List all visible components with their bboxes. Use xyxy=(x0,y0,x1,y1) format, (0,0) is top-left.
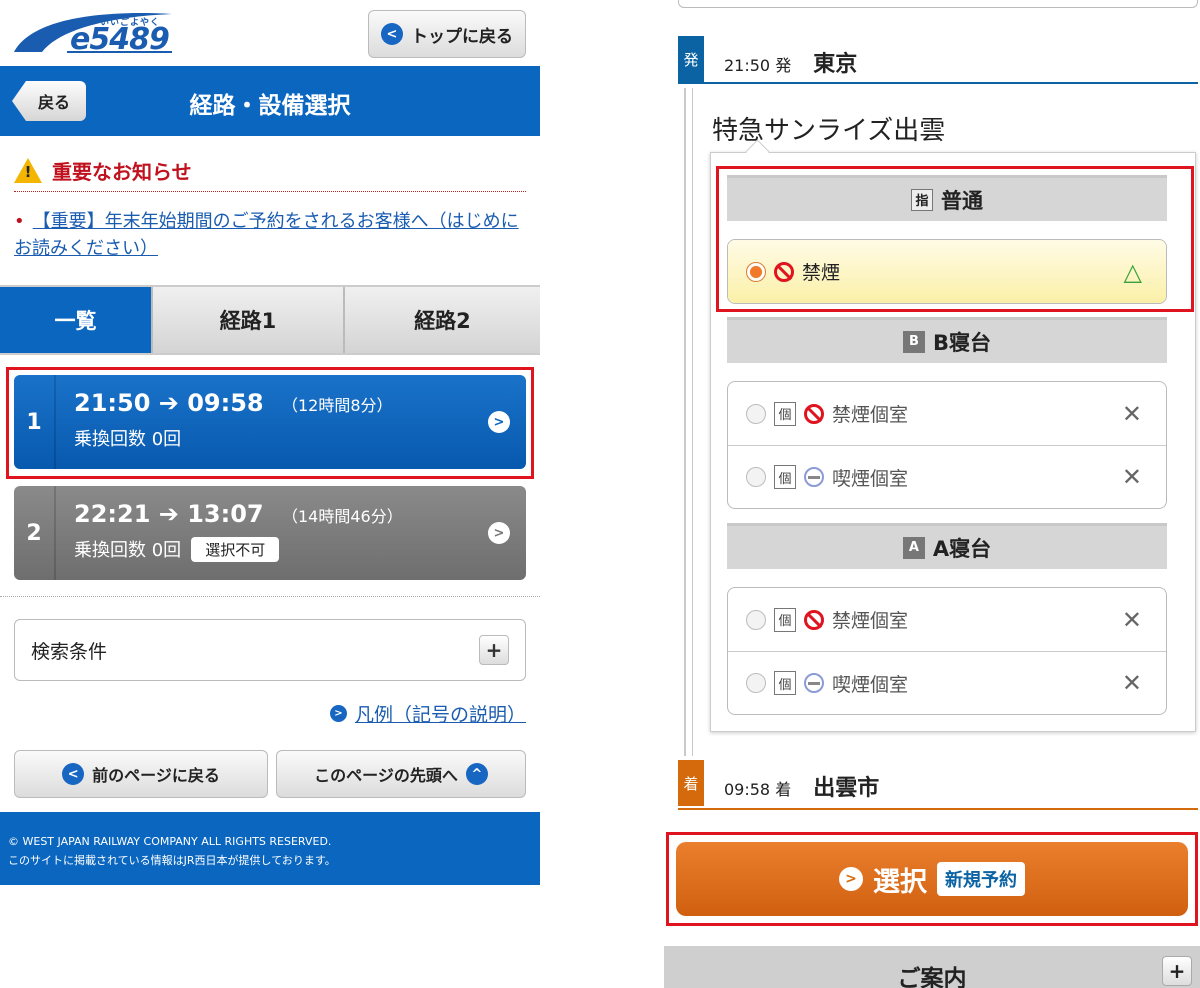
seat-option-label: 禁煙個室 xyxy=(832,404,909,426)
search-conditions-label: 検索条件 xyxy=(31,640,108,663)
transfer-count: 乗換回数 0回 xyxy=(74,540,182,561)
arrival-station: 出雲市 xyxy=(813,776,880,801)
search-conditions-panel[interactable]: 検索条件 + xyxy=(14,619,526,681)
no-smoking-icon xyxy=(804,609,824,630)
page-top-label: このページの先頭へ xyxy=(314,766,458,785)
chevron-right-icon: > xyxy=(329,705,347,722)
right-screen: 発 21:50 発 東京 特急サンライズ出雲 指 普通 禁煙 △ B B寝台 個… xyxy=(664,0,1200,988)
highlight-frame xyxy=(666,832,1198,926)
highlight-frame xyxy=(6,367,534,479)
b-sleeper-icon: B xyxy=(902,330,925,353)
arrival-row: 09:58 着 出雲市 xyxy=(724,770,879,802)
prev-page-button[interactable]: < 前のページに戻る xyxy=(14,750,268,798)
guide-label: ご案内 xyxy=(897,966,967,988)
radio-button[interactable] xyxy=(746,673,766,693)
notice-title: 重要なお知らせ xyxy=(52,160,192,184)
option-group-a-sleeper: 個 禁煙個室 ✕ 個 喫煙個室 ✕ xyxy=(727,587,1167,715)
chevron-left-icon: < xyxy=(381,23,403,45)
departure-underline xyxy=(678,82,1198,84)
chevron-right-icon: > xyxy=(488,522,510,544)
sold-out-icon: ✕ xyxy=(1121,463,1142,491)
a-sleeper-icon: A xyxy=(902,536,925,559)
train-name: 特急サンライズ出雲 xyxy=(712,116,946,146)
legend-link-label: 凡例（記号の説明） xyxy=(354,704,526,726)
private-room-icon: 個 xyxy=(774,607,796,632)
private-room-icon: 個 xyxy=(774,671,796,695)
sold-out-icon: ✕ xyxy=(1121,399,1142,428)
important-notice-header: ! 重要なお知らせ xyxy=(14,150,526,192)
highlight-frame xyxy=(716,166,1194,312)
title-bar: 戻る 経路・設備選択 xyxy=(0,66,540,136)
class-name: A寝台 xyxy=(932,536,992,561)
arrow-right-icon: ➔ xyxy=(158,500,188,528)
arrival-label: 着 xyxy=(678,760,704,806)
arrive-time: 13:07 xyxy=(187,500,264,528)
guide-section[interactable]: ご案内 + xyxy=(664,946,1200,988)
left-screen: e5489 いいごよやく < トップに戻る 戻る 経路・設備選択 ! 重要なお知… xyxy=(0,0,540,988)
seat-option[interactable]: 個 喫煙個室 ✕ xyxy=(728,651,1166,714)
radio-button[interactable] xyxy=(746,467,766,487)
bullet-icon: • xyxy=(14,211,25,232)
departure-row: 21:50 発 東京 xyxy=(724,46,857,78)
page-title: 経路・設備選択 xyxy=(189,93,351,119)
timeline-line xyxy=(684,88,686,756)
footer: © WEST JAPAN RAILWAY COMPANY ALL RIGHTS … xyxy=(0,812,540,885)
class-name: B寝台 xyxy=(932,330,991,355)
sold-out-icon: ✕ xyxy=(1121,605,1142,634)
arrival-underline xyxy=(678,808,1198,810)
legend-link[interactable]: > 凡例（記号の説明） xyxy=(329,700,526,727)
route-option-2[interactable]: 2 22:21 ➔ 13:07 （14時間46分） 乗換回数 0回 選択不可 > xyxy=(14,486,526,580)
sold-out-icon: ✕ xyxy=(1121,669,1142,697)
tab-route-1[interactable]: 経路1 xyxy=(153,287,345,353)
private-room-icon: 個 xyxy=(774,465,796,489)
route-tabs: 一覧 経路1 経路2 xyxy=(0,285,540,355)
route-info: 22:21 ➔ 13:07 （14時間46分） 乗換回数 0回 選択不可 > xyxy=(56,486,526,580)
logo-subtext: いいごよやく xyxy=(100,18,161,28)
route-number: 2 xyxy=(14,486,56,580)
departure-label: 発 xyxy=(678,36,704,82)
tab-route-2[interactable]: 経路2 xyxy=(345,287,540,353)
previous-card-edge xyxy=(678,0,1198,8)
class-header-b-sleeper: B B寝台 xyxy=(727,317,1167,363)
chevron-up-icon: ^ xyxy=(465,763,488,785)
class-header-a-sleeper: A A寝台 xyxy=(727,523,1167,569)
copyright: © WEST JAPAN RAILWAY COMPANY ALL RIGHTS … xyxy=(8,835,332,848)
back-to-top-button[interactable]: < トップに戻る xyxy=(368,10,526,58)
notice-item: • 【重要】年末年始期間のご予約をされるお客様へ（はじめにお読みください） xyxy=(14,208,526,262)
seat-option-label: 喫煙個室 xyxy=(832,673,909,696)
option-group-b-sleeper: 個 禁煙個室 ✕ 個 喫煙個室 ✕ xyxy=(727,381,1167,509)
smoking-icon xyxy=(804,467,824,487)
chevron-left-icon: < xyxy=(62,763,85,785)
radio-button[interactable] xyxy=(746,609,766,630)
back-to-top-label: トップに戻る xyxy=(411,26,513,47)
e5489-logo[interactable]: e5489 いいごよやく xyxy=(12,8,177,58)
radio-button[interactable] xyxy=(746,403,766,424)
expand-plus-icon[interactable]: + xyxy=(1162,956,1192,986)
expand-plus-icon[interactable]: + xyxy=(479,635,509,665)
unavailable-badge: 選択不可 xyxy=(191,536,280,562)
notice-link[interactable]: 【重要】年末年始期間のご予約をされるお客様へ（はじめにお読みください） xyxy=(14,211,519,259)
warning-icon: ! xyxy=(14,157,42,184)
smoking-icon xyxy=(804,673,824,693)
depart-time: 22:21 xyxy=(74,500,151,528)
route-times: 22:21 ➔ 13:07 （14時間46分） xyxy=(74,500,526,528)
seat-option[interactable]: 個 禁煙個室 ✕ xyxy=(728,382,1166,445)
departure-station: 東京 xyxy=(813,52,858,77)
seat-option-label: 禁煙個室 xyxy=(832,610,909,632)
transfers: 乗換回数 0回 選択不可 xyxy=(74,536,526,562)
arrival-time: 09:58 着 xyxy=(724,780,792,799)
seat-option-label: 喫煙個室 xyxy=(832,467,909,490)
seat-option[interactable]: 個 喫煙個室 ✕ xyxy=(728,445,1166,508)
divider xyxy=(0,596,540,597)
private-room-icon: 個 xyxy=(774,401,796,426)
page-top-button[interactable]: このページの先頭へ ^ xyxy=(276,750,526,798)
tab-list[interactable]: 一覧 xyxy=(0,287,153,353)
departure-time: 21:50 発 xyxy=(724,56,792,75)
timeline-line xyxy=(692,88,693,756)
duration: （14時間46分） xyxy=(282,507,403,526)
prev-page-label: 前のページに戻る xyxy=(92,766,220,785)
seat-option[interactable]: 個 禁煙個室 ✕ xyxy=(728,588,1166,651)
footer-note: このサイトに掲載されている情報はJR西日本が提供しております。 xyxy=(8,854,336,867)
no-smoking-icon xyxy=(804,403,824,424)
